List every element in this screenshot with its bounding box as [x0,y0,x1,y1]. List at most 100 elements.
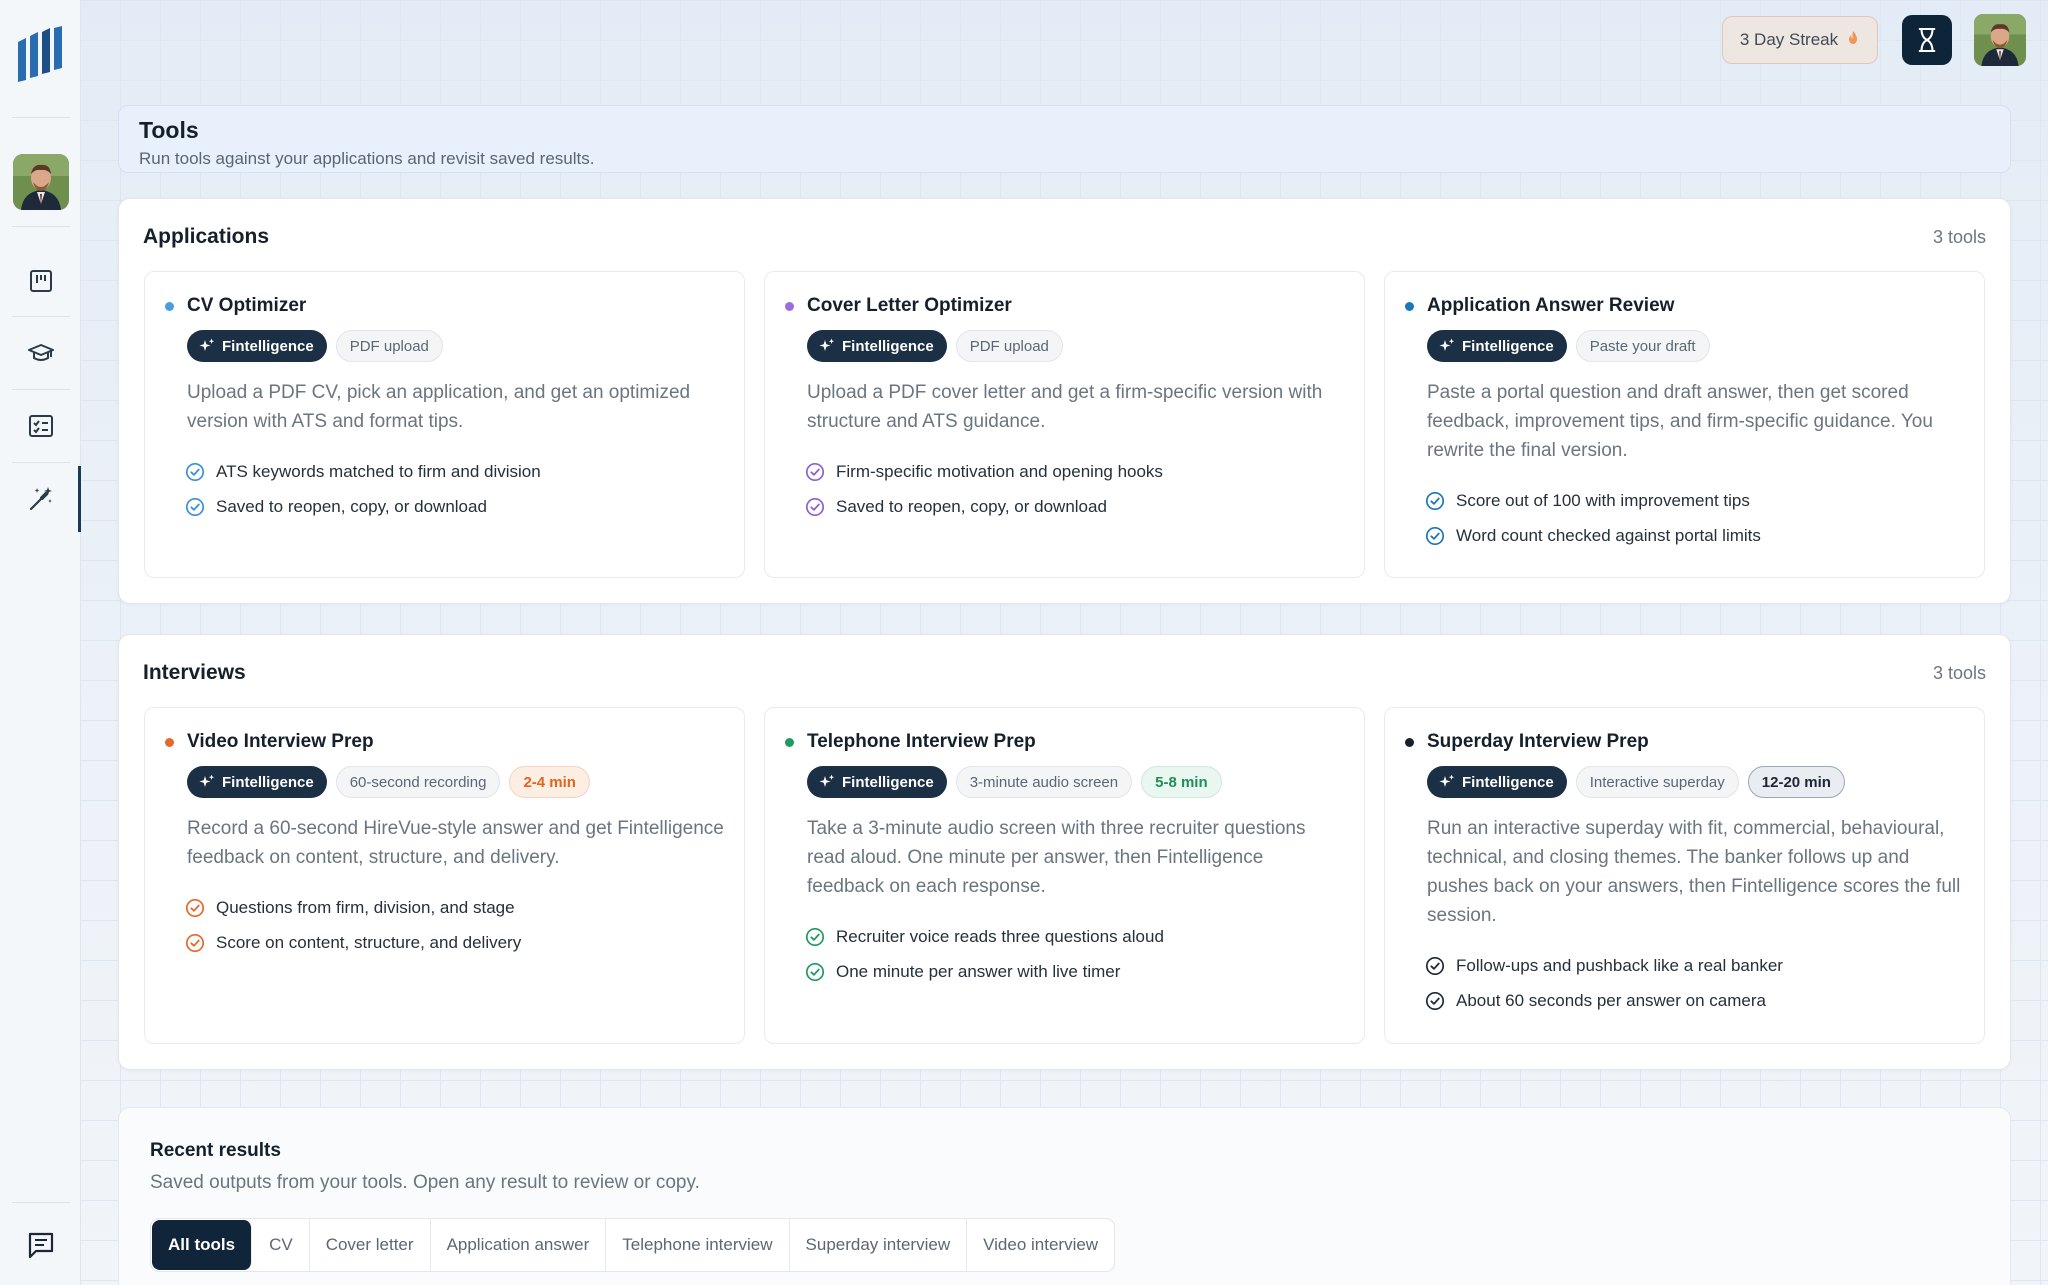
tool-card-title[interactable]: Telephone Interview Prep [807,730,1344,754]
ai-badge-label: Fintelligence [842,773,934,791]
feature-label: About 60 seconds per answer on camera [1456,990,1766,1010]
input-type-badge: PDF upload [335,330,443,362]
feature-label: ATS keywords matched to firm and divisio… [216,461,541,481]
badge-row: Fintelligence Interactive superday 12-20 m… [1427,766,1964,798]
hourglass-icon [1918,27,1936,53]
section-count: 3 tools [1932,227,1986,247]
sparkle-icon [1439,774,1455,787]
section-count: 3 tools [1932,663,1986,683]
ai-badge: Fintelligence [187,330,327,362]
check-circle-icon [1425,991,1445,1010]
feature-item: Recruiter voice reads three questions al… [805,919,1344,954]
input-type-badge: Interactive superday [1575,766,1739,798]
sidebar-item-learning[interactable] [0,318,81,388]
sidebar-item-checklist[interactable] [0,391,81,461]
checklist-icon [28,415,53,437]
timer-button[interactable] [1902,15,1952,65]
recent-results-subtitle: Saved outputs from your tools. Open any … [150,1172,700,1193]
board-icon [29,270,52,292]
feature-item: Firm-specific motivation and opening hoo… [805,454,1344,489]
tool-card[interactable]: Superday Interview Prep Fintelligence Inte… [1384,707,1985,1044]
feature-item: One minute per answer with live timer [805,954,1344,989]
ai-badge-label: Fintelligence [842,337,934,355]
tool-card[interactable]: CV Optimizer Fintelligence PDF upload Uploa… [144,271,745,578]
user-avatar[interactable] [1974,14,2026,66]
tool-card[interactable]: Cover Letter Optimizer Fintelligence PDF u… [764,271,1365,578]
filter-tab[interactable]: CV [253,1219,310,1271]
page-header: Tools Run tools against your application… [118,105,2011,173]
feature-label: Word count checked against portal limits [1456,525,1761,545]
check-circle-icon [185,933,205,952]
app-logo[interactable] [16,26,64,82]
chat-icon [28,1232,53,1259]
ai-badge-label: Fintelligence [1462,773,1554,791]
tool-card[interactable]: Application Answer Review Fintelligence Pa… [1384,271,1985,578]
status-dot [165,738,174,747]
badge-row: Fintelligence Paste your draft [1427,330,1964,362]
tool-card-title[interactable]: Superday Interview Prep [1427,730,1964,754]
section-title: Applications [143,225,270,248]
feature-item: Word count checked against portal limits [1425,518,1964,553]
section-title: Interviews [143,661,246,684]
tool-card-title[interactable]: Application Answer Review [1427,294,1964,318]
feature-label: Saved to reopen, copy, or download [216,496,487,516]
check-circle-icon [805,962,825,981]
sidebar-item-board[interactable] [0,246,81,316]
sidebar [0,0,81,1285]
filter-tab[interactable]: Telephone interview [606,1219,790,1271]
feature-item: Score out of 100 with improvement tips [1425,483,1964,518]
tool-card-title[interactable]: CV Optimizer [187,294,724,318]
tool-card-description: Upload a PDF CV, pick an application, an… [187,382,691,432]
duration-badge: 12-20 min [1747,766,1845,798]
ai-badge: Fintelligence [1427,766,1567,798]
check-circle-icon [805,462,825,481]
sidebar-item-tools[interactable] [0,464,81,534]
feature-list: Score out of 100 with improvement tips Wo… [1425,483,1964,553]
sparkle-icon [1439,338,1455,351]
streak-badge[interactable]: 3 Day Streak [1722,16,1878,64]
tool-card-description: Take a 3-minute audio screen with three … [807,818,1306,897]
status-dot [165,302,174,311]
tool-card-description: Run an interactive superday with fit, co… [1427,818,1961,926]
recent-results-panel: Recent results Saved outputs from your t… [118,1107,2011,1285]
filter-tab[interactable]: Video interview [967,1219,1114,1271]
input-type-badge: PDF upload [955,330,1063,362]
sparkle-icon [199,338,215,351]
feature-label: Questions from firm, division, and stage [216,897,515,917]
streak-label: 3 Day Streak [1739,30,1839,49]
status-dot [785,302,794,311]
feature-label: One minute per answer with live timer [836,961,1121,981]
feature-item: Saved to reopen, copy, or download [185,489,724,524]
graduation-cap-icon [27,344,54,361]
input-type-badge: Paste your draft [1575,330,1710,362]
feature-label: Recruiter voice reads three questions al… [836,926,1164,946]
sidebar-divider [12,462,70,463]
recent-results-title: Recent results [150,1140,281,1161]
top-bar: 3 Day Streak [81,0,2048,80]
chat-button[interactable] [0,1210,81,1280]
badge-row: Fintelligence 60-second recording 2-4 min [187,766,724,798]
sparkle-icon [819,338,835,351]
filter-tabs: All tools CV Cover letter Application answe… [150,1218,1116,1272]
sidebar-divider [12,226,70,227]
badge-row: Fintelligence 3-minute audio screen 5-8 mi… [807,766,1344,798]
tool-card[interactable]: Telephone Interview Prep Fintelligence 3-m… [764,707,1365,1044]
filter-tab[interactable]: Cover letter [310,1219,431,1271]
feature-item: Follow-ups and pushback like a real bank… [1425,948,1964,983]
status-dot [1405,302,1414,311]
check-circle-icon [805,497,825,516]
filter-tab[interactable]: Application answer [431,1219,607,1271]
avatar[interactable] [13,154,69,210]
ai-badge: Fintelligence [807,766,947,798]
sidebar-divider [12,389,70,390]
badge-row: Fintelligence PDF upload [187,330,724,362]
feature-item: Questions from firm, division, and stage [185,890,724,925]
filter-tab[interactable]: All tools [152,1220,253,1270]
filter-tab[interactable]: Superday interview [790,1219,968,1271]
tool-card[interactable]: Video Interview Prep Fintelligence 60-seco… [144,707,745,1044]
tool-card-title[interactable]: Cover Letter Optimizer [807,294,1344,318]
sparkle-icon [199,774,215,787]
tool-card-title[interactable]: Video Interview Prep [187,730,724,754]
check-circle-icon [805,927,825,946]
sidebar-divider [12,1202,70,1203]
